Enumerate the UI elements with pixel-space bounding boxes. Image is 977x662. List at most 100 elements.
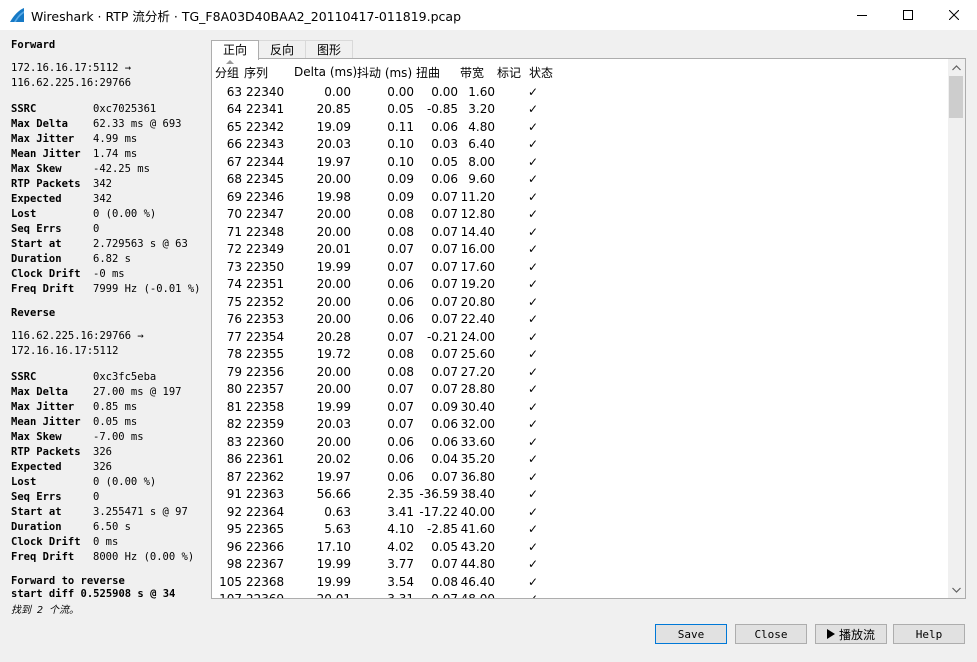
column-header-status[interactable]: 状态 [527,64,557,81]
table-row[interactable]: 1072236920.013.310.0748.00 ✓ [212,591,947,598]
help-button[interactable]: Help [893,624,965,644]
table-row[interactable]: 74 22351 20.00 0.06 0.07 19.20 ✓ [212,276,947,294]
play-streams-button[interactable]: 播放流 [815,624,887,644]
cell-jitter: 0.06 [387,452,414,467]
reverse-stat-value: 326 [93,461,112,473]
table-row[interactable]: 95 22365 5.63 4.10 -2.85 41.60 ✓ [212,521,947,539]
reverse-stat-label: Expected [11,461,62,473]
cell-status: ✓ [528,154,539,169]
scrollbar-thumb[interactable] [949,76,963,118]
table-row[interactable]: 67 22344 19.97 0.10 0.05 8.00 ✓ [212,153,947,171]
forward-stat-value: -0 ms [93,268,125,280]
reverse-stat-value: 0 [93,491,100,503]
cell-packet: 83 [226,434,242,449]
table-row[interactable]: 64 22341 20.85 0.05 -0.85 3.20 ✓ [212,101,947,119]
cell-packet: 78 [226,347,242,362]
column-header-bandwidth[interactable]: 带宽 [458,64,495,81]
maximize-button[interactable] [885,0,931,30]
table-row[interactable]: 77 22354 20.28 0.07 -0.21 24.00 ✓ [212,328,947,346]
cell-jitter: 0.08 [387,347,414,362]
streams-found-label: 找到 2 个流。 [11,605,80,616]
cell-sequence: 22351 [246,277,285,292]
close-window-button[interactable] [931,0,977,30]
cell-status: ✓ [528,347,539,362]
cell-delta: 19.99 [316,259,351,274]
table-row[interactable]: 80 22357 20.00 0.07 0.07 28.80 ✓ [212,381,947,399]
table-row[interactable]: 68 22345 20.00 0.09 0.06 9.60 ✓ [212,171,947,189]
table-row[interactable]: 63 22340 0.00 0.00 0.00 1.60 ✓ [212,83,947,101]
maximize-icon [903,10,913,20]
table-row[interactable]: 87 22362 19.97 0.06 0.07 36.80 ✓ [212,468,947,486]
cell-status: ✓ [528,557,539,572]
close-button[interactable]: Close [735,624,807,644]
table-row[interactable]: 69 22346 19.98 0.09 0.07 11.20 ✓ [212,188,947,206]
cell-jitter: 4.02 [387,539,414,554]
reverse-stat-row: Freq Drift 8000 Hz (0.00 %) [11,550,194,565]
table-row[interactable]: 78 22355 19.72 0.08 0.07 25.60 ✓ [212,346,947,364]
reverse-stat-row: Max Delta 27.00 ms @ 197 [11,385,194,400]
cell-jitter: 0.07 [387,417,414,432]
cell-bandwidth: 4.80 [468,119,495,134]
cell-delta: 20.03 [316,417,351,432]
column-header-skew[interactable]: 扭曲 [414,64,458,81]
cell-sequence: 22361 [246,452,285,467]
column-header-packet[interactable]: 分组 [212,64,242,81]
cell-sequence: 22350 [246,259,285,274]
table-row[interactable]: 105 22368 19.99 3.54 0.08 46.40 ✓ [212,573,947,591]
reverse-stat-label: RTP Packets [11,446,81,458]
table-row[interactable]: 72 22349 20.01 0.07 0.07 16.00 ✓ [212,241,947,259]
minimize-button[interactable] [839,0,885,30]
reverse-stat-row: RTP Packets 326 [11,445,194,460]
cell-bandwidth: 36.80 [460,469,495,484]
tab-graph[interactable]: 图形 [305,40,354,59]
save-button[interactable]: Save [655,624,727,644]
cell-status: ✓ [528,172,539,187]
column-header-sequence[interactable]: 序列 [242,64,284,81]
table-row[interactable]: 71 22348 20.00 0.08 0.07 14.40 ✓ [212,223,947,241]
forward-stat-value: 0 [93,223,100,235]
cell-bandwidth: 16.00 [460,242,495,257]
direction-tabs: 正向 反向 图形 [211,40,354,60]
scroll-up-button[interactable] [948,59,965,76]
reverse-stat-row: Max Jitter 0.85 ms [11,400,194,415]
cell-delta: 20.00 [316,207,351,222]
table-row[interactable]: 91 22363 56.66 2.35 -36.59 38.40 ✓ [212,486,947,504]
table-row[interactable]: 83 22360 20.00 0.06 0.06 33.60 ✓ [212,433,947,451]
table-row[interactable]: 92 22364 0.63 3.41 -17.22 40.00 ✓ [212,503,947,521]
table-row[interactable]: 98 22367 19.99 3.77 0.07 44.80 ✓ [212,556,947,574]
rtp-packet-table[interactable]: 分组 序列 Delta (ms) 抖动 (ms) 扭曲 带宽 标记 状态 63 22340 0.0… [211,58,966,599]
table-row[interactable]: 76 22353 20.00 0.06 0.07 22.40 ✓ [212,311,947,329]
table-row[interactable]: 75 22352 20.00 0.06 0.07 20.80 ✓ [212,293,947,311]
column-header-jitter[interactable]: 抖动 (ms) [351,64,414,81]
table-row[interactable]: 66 22343 20.03 0.10 0.03 6.40 ✓ [212,136,947,154]
cell-jitter: 0.08 [387,224,414,239]
cell-skew: 0.07 [431,207,458,222]
tab-forward[interactable]: 正向 [211,40,260,60]
cell-jitter: 0.11 [387,119,414,134]
table-row[interactable]: 86 22361 20.02 0.06 0.04 35.20 ✓ [212,451,947,469]
table-row[interactable]: 73 22350 19.99 0.07 0.07 17.60 ✓ [212,258,947,276]
table-row[interactable]: 81 22358 19.99 0.07 0.09 30.40 ✓ [212,398,947,416]
cell-jitter: 0.08 [387,364,414,379]
title-bar[interactable]: Wireshark · RTP 流分析 · TG_F8A03D40BAA2_20… [0,0,977,30]
cell-bandwidth: 35.20 [460,452,495,467]
table-row[interactable]: 79 22356 20.00 0.08 0.07 27.20 ✓ [212,363,947,381]
cell-bandwidth: 44.80 [460,557,495,572]
column-header-delta[interactable]: Delta (ms) [284,65,357,79]
column-header-marker[interactable]: 标记 [495,64,527,81]
cell-bandwidth: 30.40 [460,399,495,414]
scroll-down-button[interactable] [948,581,965,598]
cell-sequence: 22366 [246,539,285,554]
cell-packet: 74 [226,277,242,292]
reverse-stat-label: Freq Drift [11,551,75,563]
cell-skew: 0.07 [431,259,458,274]
table-row[interactable]: 96 22366 17.10 4.02 0.05 43.20 ✓ [212,538,947,556]
cell-delta: 20.00 [316,172,351,187]
reverse-stat-row: Lost 0 (0.00 %) [11,475,194,490]
table-row[interactable]: 65 22342 19.09 0.11 0.06 4.80 ✓ [212,118,947,136]
table-row[interactable]: 82 22359 20.03 0.07 0.06 32.00 ✓ [212,416,947,434]
cell-jitter: 0.06 [387,294,414,309]
table-row[interactable]: 70 22347 20.00 0.08 0.07 12.80 ✓ [212,206,947,224]
vertical-scrollbar[interactable] [948,59,965,598]
tab-reverse[interactable]: 反向 [258,40,307,59]
